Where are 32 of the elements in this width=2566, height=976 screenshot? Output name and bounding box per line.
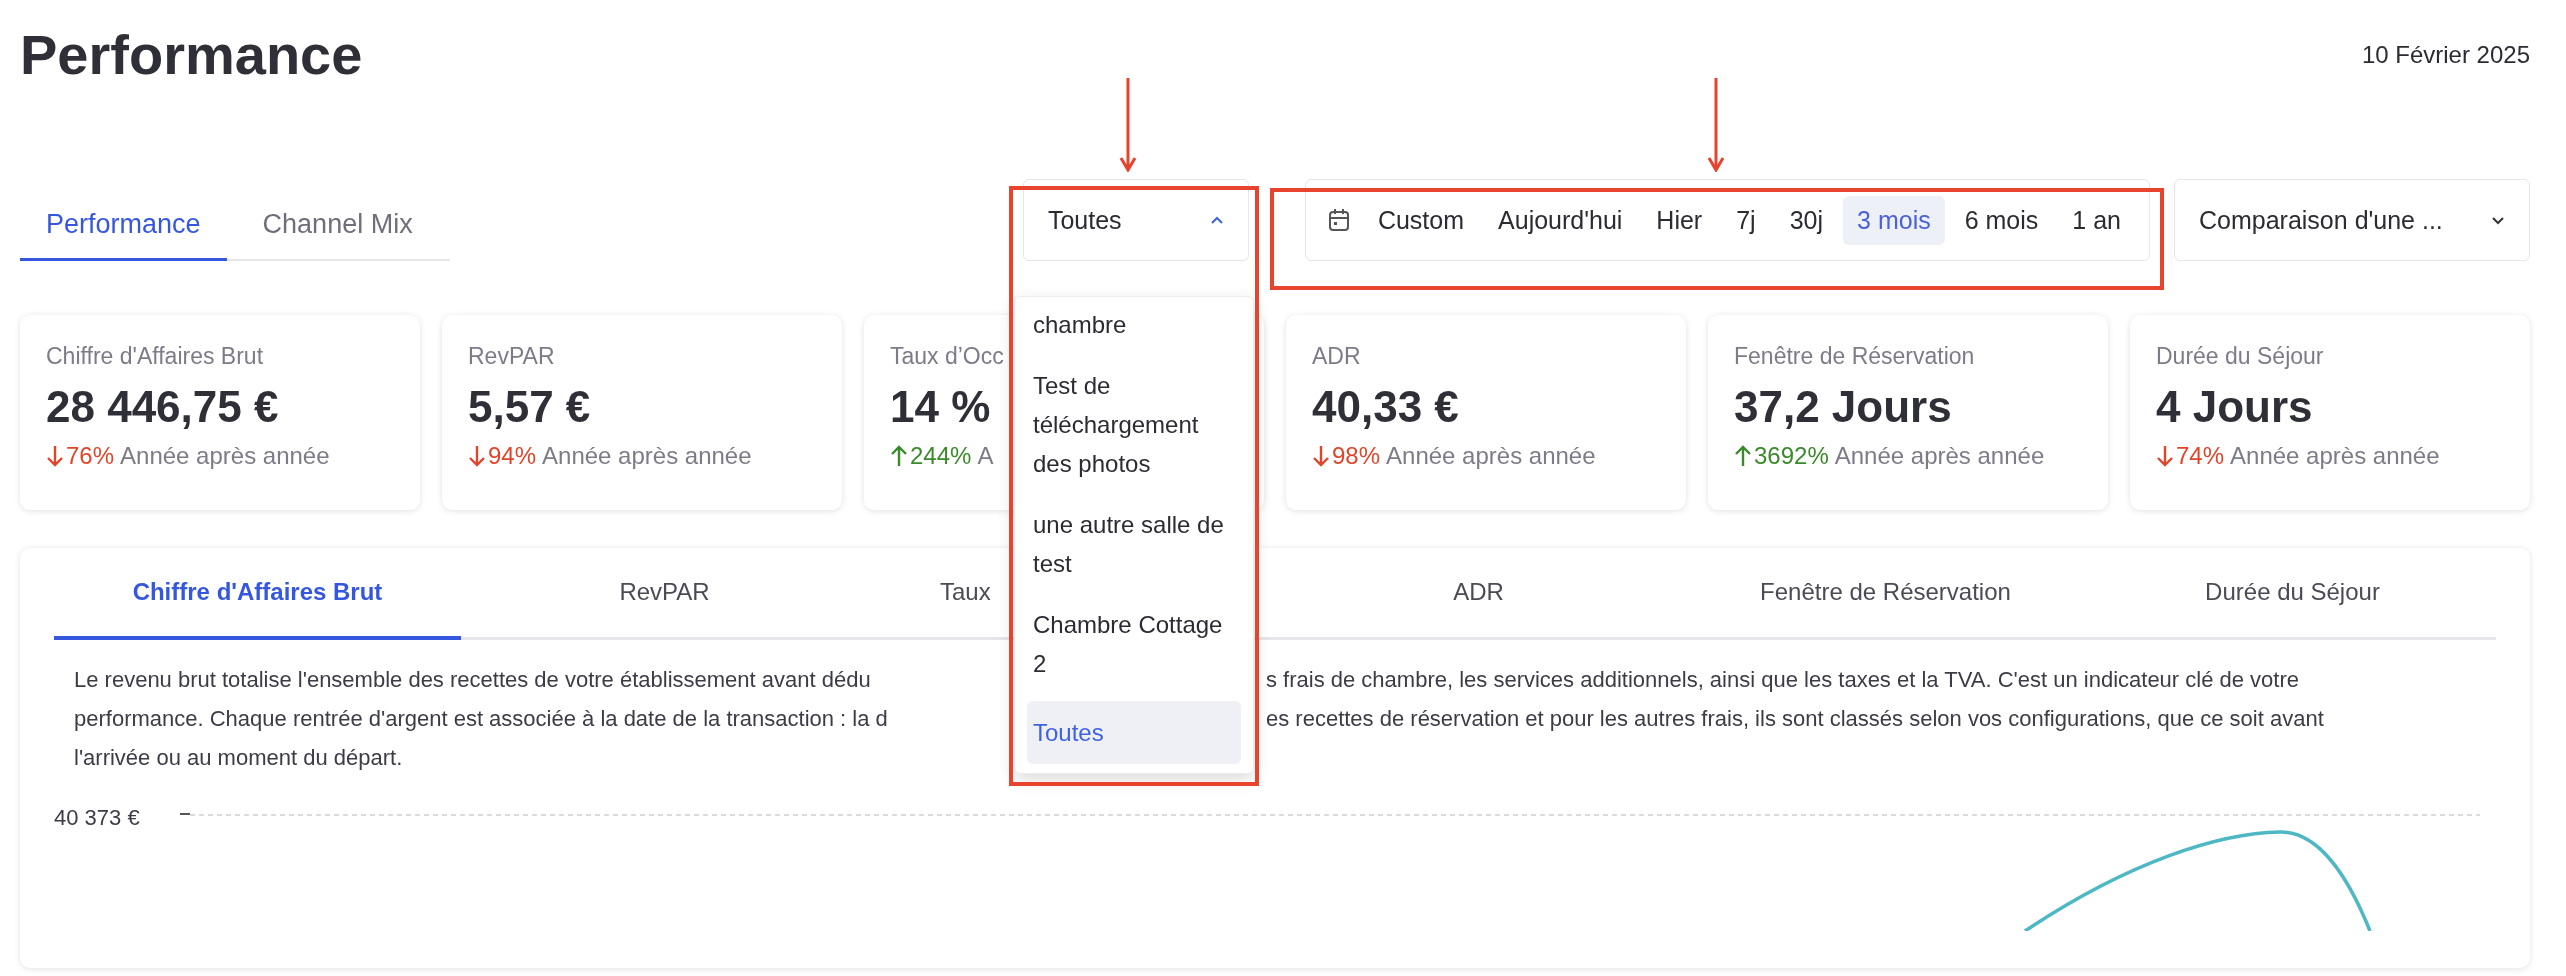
kpi-label: ADR — [1312, 343, 1361, 370]
page-title: Performance — [20, 22, 363, 87]
kpi-value: 5,57 € — [468, 382, 591, 432]
kpi-change: 244% — [910, 442, 972, 470]
description-text: l'arrivée ou au moment du départ. — [74, 744, 404, 772]
kpi-label: Fenêtre de Réservation — [1734, 343, 1975, 370]
kpi-label: Durée du Séjour — [2156, 343, 2324, 370]
date-label: 10 Février 2025 — [2361, 40, 2530, 69]
kpi-caption: Année après année — [120, 442, 330, 470]
description-text: performance. Chaque rentrée d'argent est associée à la date de la transaction : la d — [74, 705, 889, 733]
description-text: Le revenu brut totalise l'ensemble des recettes de votre établissement avant dédu — [74, 666, 872, 694]
kpi-value: 28 446,75 € — [46, 382, 279, 432]
kpi-value: 4 Jours — [2156, 382, 2313, 432]
kpi-change: 98% — [1332, 442, 1381, 470]
kpi-caption: Année après année — [1834, 442, 2045, 470]
kpi-change: 76% — [66, 442, 115, 470]
kpi-label: RevPAR — [468, 343, 555, 370]
y-axis-label: 40 373 € — [54, 805, 140, 831]
kpi-label: Taux d’Occ — [890, 343, 1004, 370]
description-text: es recettes de réservation et pour les autres frais, ils sont classés selon vos configurations, que ce soit avant — [1266, 705, 2324, 733]
kpi-change: 3692% — [1754, 442, 1829, 470]
kpi-value: 14 % — [890, 382, 991, 432]
description-text: s frais de chambre, les services additionnels, ainsi que les taxes et la TVA. C'est un indicateur clé de votre — [1266, 666, 2299, 694]
kpi-value: 40,33 € — [1312, 382, 1459, 432]
kpi-caption: Année après année — [1386, 442, 1596, 470]
kpi-label: Chiffre d'Affaires Brut — [46, 343, 264, 370]
kpi-change: 94% — [488, 442, 537, 470]
kpi-caption: Année après année — [542, 442, 752, 470]
kpi-caption: Année après année — [2230, 442, 2440, 470]
kpi-value: 37,2 Jours — [1734, 382, 1952, 432]
kpi-caption: A — [977, 442, 994, 470]
kpi-change: 74% — [2176, 442, 2225, 470]
